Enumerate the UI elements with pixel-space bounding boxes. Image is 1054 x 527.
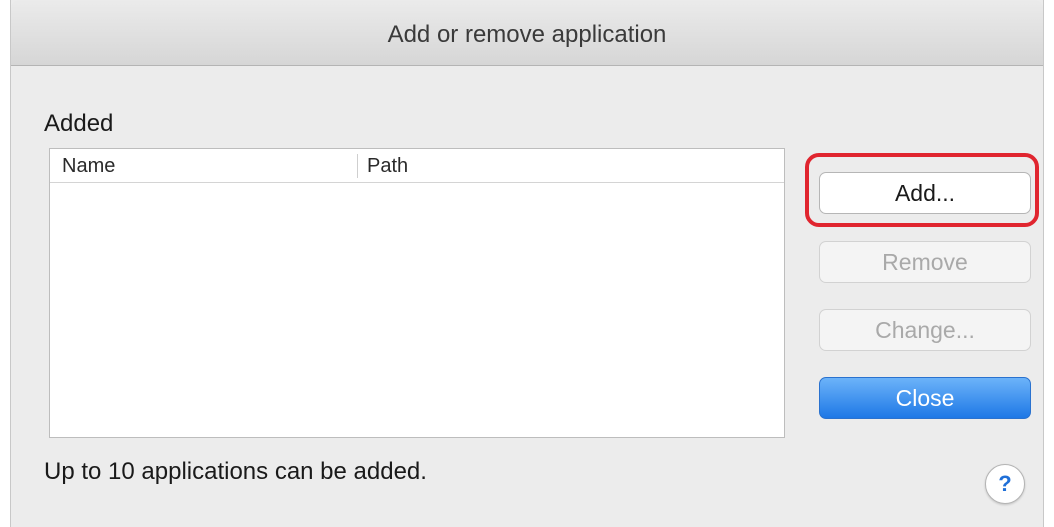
help-icon[interactable]: ?	[985, 464, 1025, 504]
close-button[interactable]: Close	[819, 377, 1031, 419]
applications-table[interactable]: Name Path	[49, 148, 785, 438]
add-button[interactable]: Add...	[819, 172, 1031, 214]
column-header-path[interactable]: Path	[367, 155, 408, 178]
column-divider[interactable]	[357, 154, 358, 178]
dialog-title: Add or remove application	[387, 21, 667, 48]
change-button[interactable]: Change...	[819, 309, 1031, 351]
table-header: Name Path	[50, 149, 784, 183]
added-section-label: Added	[44, 110, 114, 137]
application-limit-note: Up to 10 applications can be added.	[44, 458, 427, 485]
title-bar[interactable]: Add or remove application	[11, 0, 1043, 66]
column-header-name[interactable]: Name	[62, 155, 115, 178]
dialog-window: Add or remove application Added Name Pat…	[10, 0, 1044, 527]
remove-button[interactable]: Remove	[819, 241, 1031, 283]
